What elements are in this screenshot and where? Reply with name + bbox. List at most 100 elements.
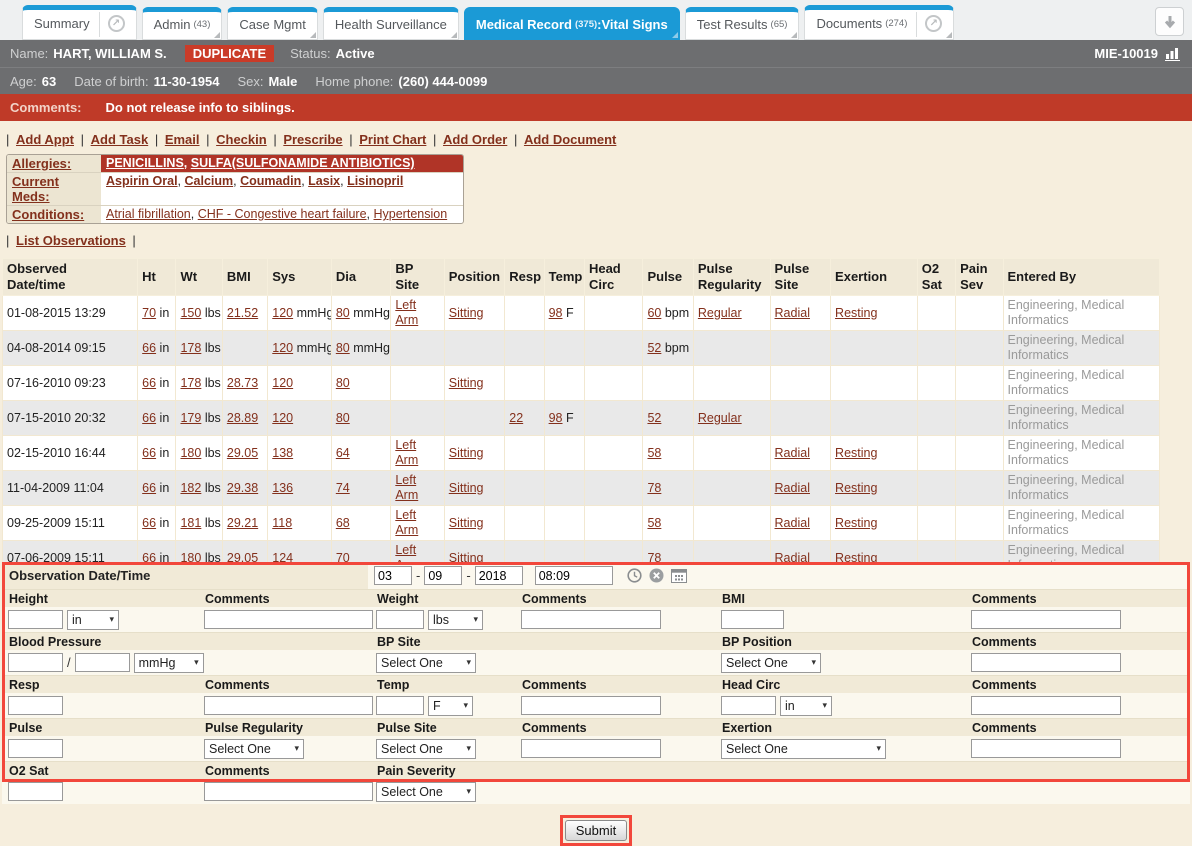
bp-position-select[interactable]: Select One▾ bbox=[721, 653, 821, 673]
action-link[interactable]: Add Task bbox=[91, 132, 149, 147]
observation-value-link[interactable]: Resting bbox=[835, 446, 877, 460]
observation-value-link[interactable]: Radial bbox=[775, 481, 810, 495]
weight-comments-input[interactable] bbox=[521, 610, 661, 629]
observation-value-link[interactable]: 120 bbox=[272, 306, 293, 320]
resp-comments-input[interactable] bbox=[204, 696, 373, 715]
observation-value-link[interactable]: 98 bbox=[549, 411, 563, 425]
observation-value-link[interactable]: 29.38 bbox=[227, 481, 258, 495]
tab-admin[interactable]: Admin (43) bbox=[142, 7, 223, 40]
obs-day-input[interactable] bbox=[424, 566, 462, 585]
observation-value-link[interactable]: 22 bbox=[509, 411, 523, 425]
observation-value-link[interactable]: 28.73 bbox=[227, 376, 258, 390]
observation-value-link[interactable]: 21.52 bbox=[227, 306, 258, 320]
bp-unit-select[interactable]: mmHg▾ bbox=[134, 653, 204, 673]
weight-unit-select[interactable]: lbs▾ bbox=[428, 610, 483, 630]
weight-input[interactable] bbox=[376, 610, 424, 629]
action-link[interactable]: Add Order bbox=[443, 132, 507, 147]
observation-value-link[interactable]: 118 bbox=[272, 516, 292, 530]
observation-value-link[interactable]: 80 bbox=[336, 341, 350, 355]
resp-input[interactable] bbox=[8, 696, 63, 715]
observation-value-link[interactable]: 66 bbox=[142, 516, 156, 530]
obs-month-input[interactable] bbox=[374, 566, 412, 585]
bp-diastolic-input[interactable] bbox=[75, 653, 130, 672]
observation-value-link[interactable]: Regular bbox=[698, 411, 742, 425]
action-link[interactable]: Add Document bbox=[524, 132, 616, 147]
pulse-site-select[interactable]: Select One▾ bbox=[376, 739, 476, 759]
observation-value-link[interactable]: 80 bbox=[336, 411, 350, 425]
observation-value-link[interactable]: Left Arm bbox=[395, 298, 418, 327]
obs-year-input[interactable] bbox=[475, 566, 523, 585]
current-meds-label-link[interactable]: Current Meds: bbox=[12, 174, 59, 204]
observation-value-link[interactable]: Resting bbox=[835, 306, 877, 320]
medication-link[interactable]: Aspirin Oral bbox=[106, 174, 178, 188]
observation-value-link[interactable]: Sitting bbox=[449, 551, 484, 563]
observation-value-link[interactable]: Radial bbox=[775, 551, 810, 563]
tab-summary[interactable]: Summary ↗ bbox=[22, 5, 137, 40]
height-unit-select[interactable]: in▾ bbox=[67, 610, 119, 630]
observation-value-link[interactable]: 66 bbox=[142, 376, 156, 390]
tab-documents[interactable]: Documents (274) ↗ bbox=[804, 5, 954, 40]
height-input[interactable] bbox=[8, 610, 63, 629]
observation-value-link[interactable]: 80 bbox=[336, 306, 350, 320]
exertion-select[interactable]: Select One▾ bbox=[721, 739, 886, 759]
exertion-comments-input[interactable] bbox=[971, 739, 1121, 758]
observation-value-link[interactable]: 78 bbox=[647, 551, 661, 563]
temp-unit-select[interactable]: F▾ bbox=[428, 696, 473, 716]
observation-value-link[interactable]: Radial bbox=[775, 306, 810, 320]
observation-value-link[interactable]: 58 bbox=[647, 516, 661, 530]
observation-value-link[interactable]: 138 bbox=[272, 446, 293, 460]
observation-value-link[interactable]: Left Arm bbox=[395, 473, 418, 502]
popout-icon[interactable]: ↗ bbox=[108, 15, 125, 32]
observation-value-link[interactable]: 64 bbox=[336, 446, 350, 460]
observation-value-link[interactable]: Sitting bbox=[449, 306, 484, 320]
observation-value-link[interactable]: Resting bbox=[835, 481, 877, 495]
observation-value-link[interactable]: 180 bbox=[180, 551, 201, 563]
height-comments-input[interactable] bbox=[204, 610, 373, 629]
pulse-input[interactable] bbox=[8, 739, 63, 758]
obs-time-input[interactable] bbox=[535, 566, 613, 585]
bmi-comments-input[interactable] bbox=[971, 610, 1121, 629]
observation-value-link[interactable]: 182 bbox=[180, 481, 201, 495]
clear-icon[interactable] bbox=[649, 568, 664, 583]
action-link[interactable]: Add Appt bbox=[16, 132, 74, 147]
action-link[interactable]: Checkin bbox=[216, 132, 267, 147]
medication-link[interactable]: Calcium bbox=[185, 174, 234, 188]
list-observations-link[interactable]: List Observations bbox=[16, 233, 126, 248]
popout-icon[interactable]: ↗ bbox=[925, 15, 942, 32]
bp-systolic-input[interactable] bbox=[8, 653, 63, 672]
observation-value-link[interactable]: 136 bbox=[272, 481, 293, 495]
observation-value-link[interactable]: Resting bbox=[835, 516, 877, 530]
observation-value-link[interactable]: 80 bbox=[336, 376, 350, 390]
observation-value-link[interactable]: 180 bbox=[180, 446, 201, 460]
pulse-regularity-select[interactable]: Select One▾ bbox=[204, 739, 304, 759]
action-link[interactable]: Email bbox=[165, 132, 200, 147]
observation-value-link[interactable]: 179 bbox=[180, 411, 201, 425]
bmi-input[interactable] bbox=[721, 610, 784, 629]
observation-value-link[interactable]: 150 bbox=[180, 306, 201, 320]
observation-value-link[interactable]: 74 bbox=[336, 481, 350, 495]
observation-value-link[interactable]: 52 bbox=[647, 411, 661, 425]
head-circ-input[interactable] bbox=[721, 696, 776, 715]
observation-value-link[interactable]: 178 bbox=[180, 341, 201, 355]
observation-value-link[interactable]: Resting bbox=[835, 551, 877, 563]
observation-value-link[interactable]: 66 bbox=[142, 341, 156, 355]
allergies-label-link[interactable]: Allergies: bbox=[12, 156, 71, 171]
observation-value-link[interactable]: 70 bbox=[142, 306, 156, 320]
calendar-icon[interactable] bbox=[671, 568, 687, 583]
bp-comments-input[interactable] bbox=[971, 653, 1121, 672]
clock-icon[interactable] bbox=[627, 568, 642, 583]
observation-value-link[interactable]: Sitting bbox=[449, 481, 484, 495]
tab-medical-record[interactable]: Medical Record (375) :Vital Signs bbox=[464, 7, 680, 40]
head-circ-unit-select[interactable]: in▾ bbox=[780, 696, 832, 716]
head-circ-comments-input[interactable] bbox=[971, 696, 1121, 715]
observation-value-link[interactable]: 66 bbox=[142, 411, 156, 425]
observation-value-link[interactable]: 181 bbox=[180, 516, 201, 530]
chart-icon[interactable] bbox=[1165, 47, 1182, 61]
observation-value-link[interactable]: Left Arm bbox=[395, 543, 418, 562]
conditions-label-link[interactable]: Conditions: bbox=[12, 207, 84, 222]
tab-test-results[interactable]: Test Results (65) bbox=[685, 7, 800, 40]
observation-value-link[interactable]: 52 bbox=[647, 341, 661, 355]
observation-value-link[interactable]: 70 bbox=[336, 551, 350, 563]
medication-link[interactable]: Lasix bbox=[308, 174, 340, 188]
observation-value-link[interactable]: Sitting bbox=[449, 446, 484, 460]
